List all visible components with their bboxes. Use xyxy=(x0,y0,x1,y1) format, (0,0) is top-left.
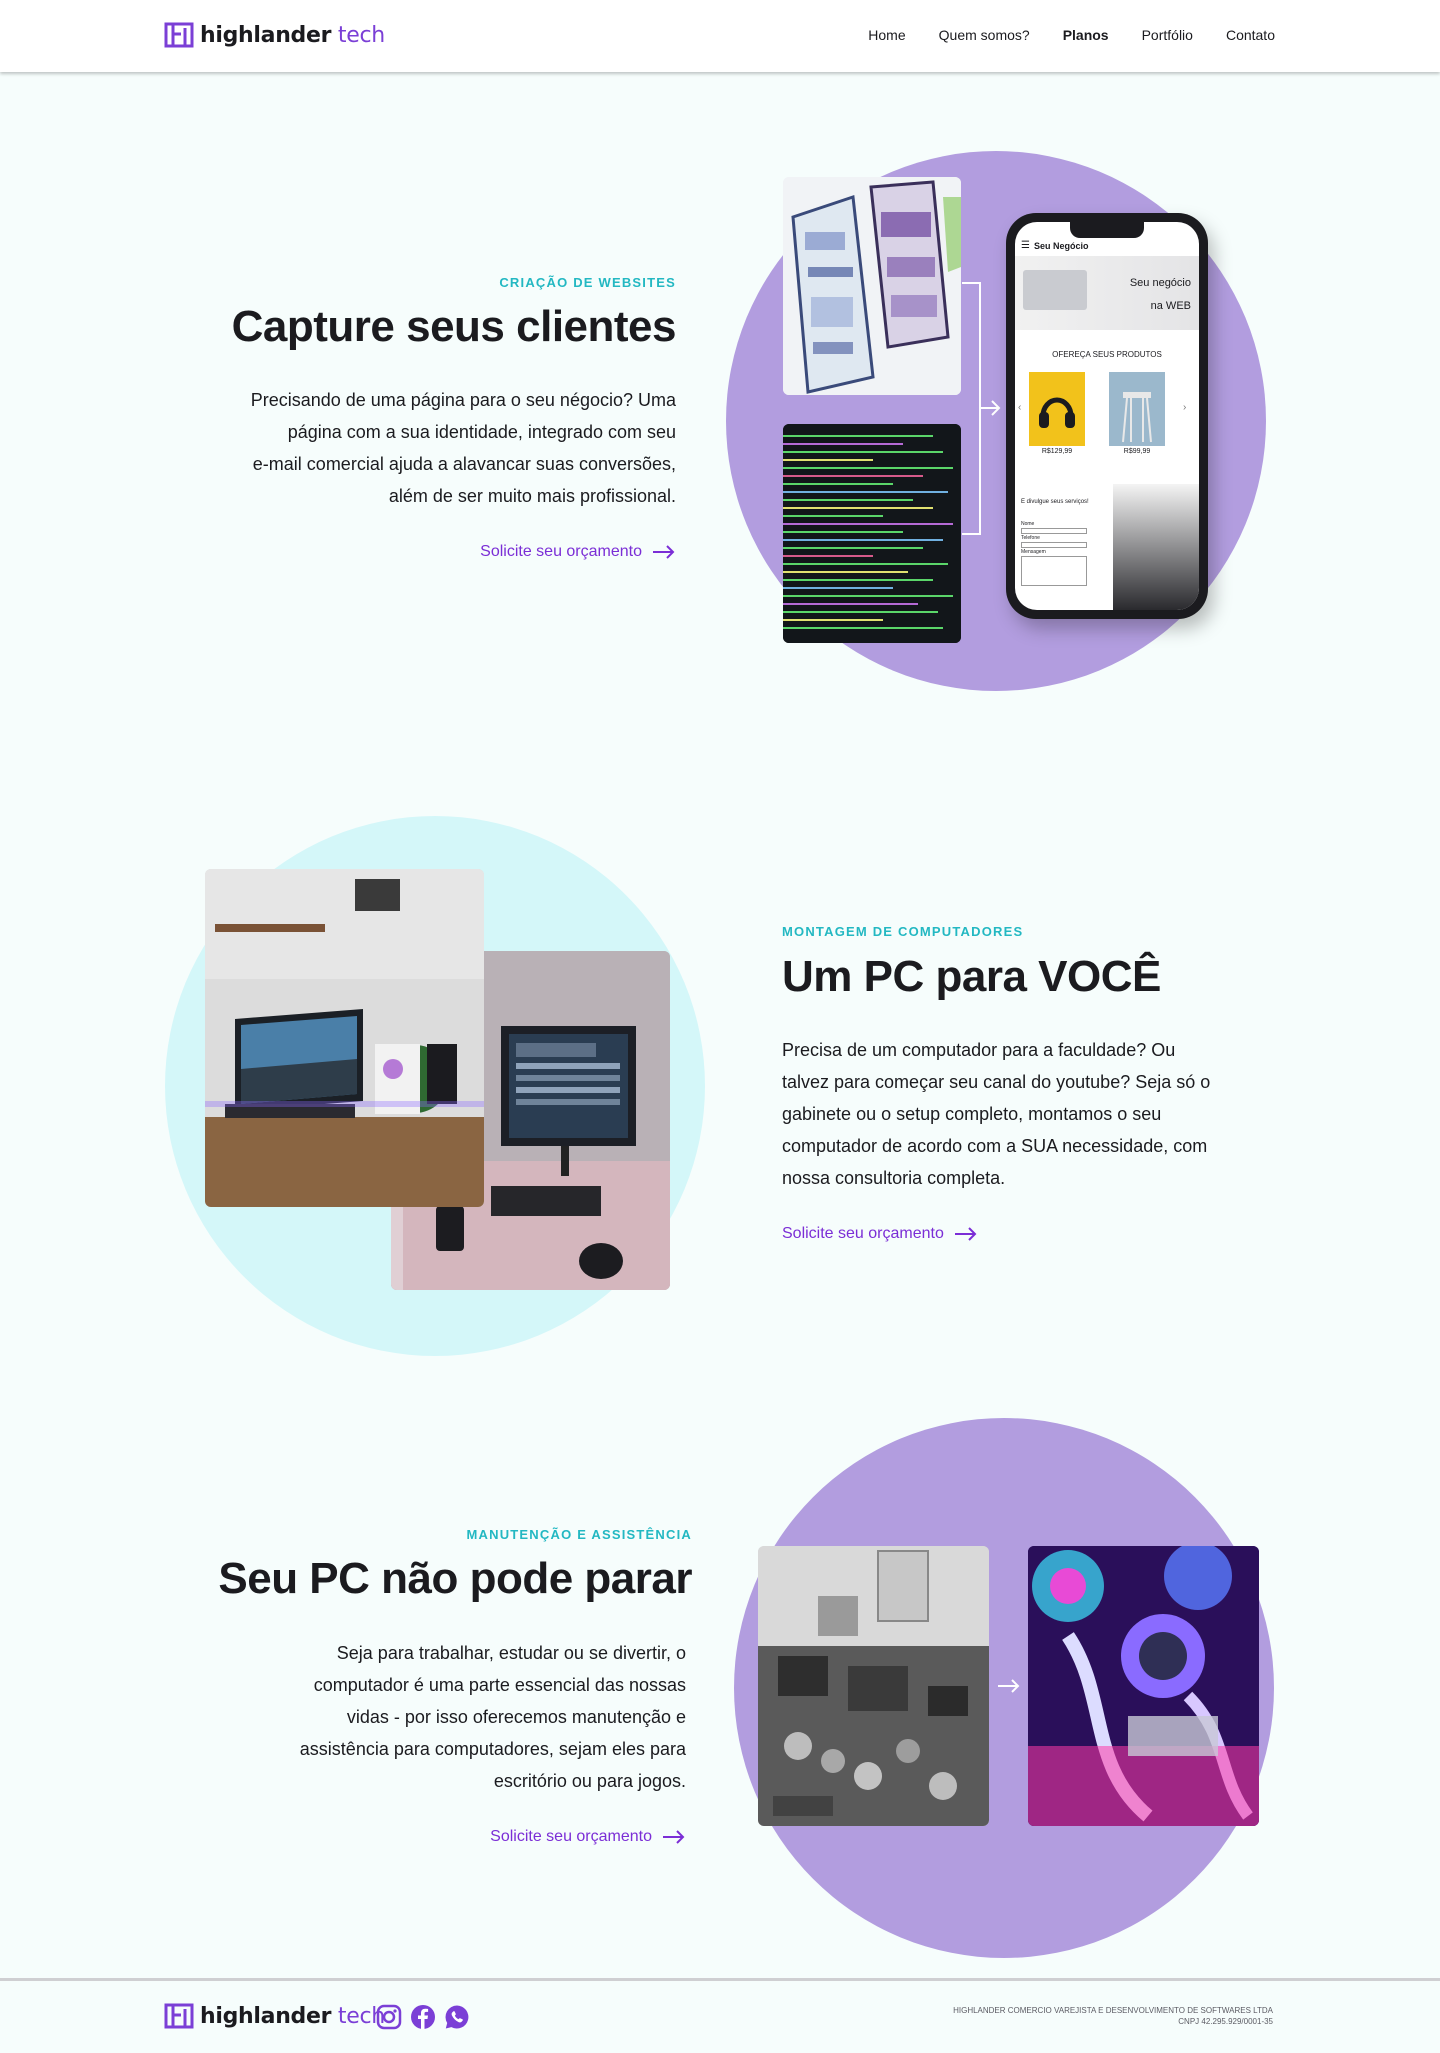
site-header: highlander tech Home Quem somos? Planos … xyxy=(0,0,1440,72)
arrow-right-icon xyxy=(653,545,675,559)
nav-planos[interactable]: Planos xyxy=(1063,27,1109,43)
mock-hero-text: Seu negócio na WEB xyxy=(1130,272,1191,318)
section-kicker: MONTAGEM DE COMPUTADORES xyxy=(782,924,1024,939)
description-line: Precisa de um computador para a faculdad… xyxy=(782,1040,1176,1060)
gaming-setup-photo xyxy=(205,869,484,1207)
carousel-prev-icon[interactable]: ‹ xyxy=(1018,402,1021,413)
motherboard-photo xyxy=(758,1546,989,1826)
logo-mark-icon xyxy=(164,2003,194,2029)
facebook-icon[interactable] xyxy=(410,2004,436,2030)
phone-mockup: ☰ Seu Negócio Seu negócio na WEB OFEREÇA… xyxy=(1006,213,1208,619)
connector-arrow-icon xyxy=(962,282,1001,535)
mock-promo: E divulgue seus serviços! xyxy=(1021,499,1089,505)
form-label: Nome xyxy=(1021,521,1035,527)
photographer-image xyxy=(1113,484,1199,610)
phone-screen: ☰ Seu Negócio Seu negócio na WEB OFEREÇA… xyxy=(1015,222,1199,610)
phone-notch xyxy=(1070,222,1144,238)
wireframe-sketch-photo xyxy=(783,177,961,395)
description-line: e-mail comercial ajuda a alavancar suas … xyxy=(252,454,676,474)
price-label: R$129,99 xyxy=(1041,448,1073,455)
arrow-right-icon xyxy=(954,1227,977,1241)
nav-home[interactable]: Home xyxy=(868,27,905,43)
connector-arrow-icon xyxy=(998,1679,1020,1693)
rgb-pc-photo xyxy=(1028,1546,1259,1826)
description-line: nossa consultoria completa. xyxy=(782,1168,1006,1188)
logo-text: highlander tech xyxy=(200,2004,385,2029)
description-line: escritório ou para jogos. xyxy=(493,1771,686,1791)
headphones-image xyxy=(1029,372,1085,446)
social-links xyxy=(376,2004,470,2030)
mock-hero-line: Seu negócio xyxy=(1129,277,1191,289)
whatsapp-icon[interactable] xyxy=(444,2004,470,2030)
logo-name-bold: highlander xyxy=(200,22,332,48)
quote-link-label: Solicite seu orçamento xyxy=(480,543,642,560)
code-screen-photo xyxy=(783,424,961,643)
section-title: Seu PC não pode parar xyxy=(218,1554,692,1603)
quote-link-label: Solicite seu orçamento xyxy=(490,1828,652,1845)
description-line: Precisando de uma página para o seu négo… xyxy=(250,390,676,410)
mock-hero: Seu negócio na WEB xyxy=(1015,256,1199,330)
section-description: Precisa de um computador para a faculdad… xyxy=(782,1034,1262,1194)
stool-image xyxy=(1109,372,1165,446)
logo-name-bold: highlander xyxy=(200,2003,332,2029)
logo-text: highlander tech xyxy=(200,23,385,48)
legal-cnpj: CNPJ 42.295.929/0001-35 xyxy=(1178,2017,1273,2026)
description-line: Seja para trabalhar, estudar ou se diver… xyxy=(336,1643,686,1663)
description-line: computador de acordo com a SUA necessida… xyxy=(782,1136,1208,1156)
description-line: gabinete ou o setup completo, montamos o… xyxy=(782,1104,1162,1124)
section-kicker: CRIAÇÃO DE WEBSITES xyxy=(499,275,676,290)
price-label: R$99,99 xyxy=(1123,448,1151,455)
form-label: Mensagem xyxy=(1021,549,1046,555)
description-line: computador é uma parte essencial das nos… xyxy=(313,1675,686,1695)
quote-link[interactable]: Solicite seu orçamento xyxy=(490,1828,686,1846)
nav-portfolio[interactable]: Portfólio xyxy=(1142,27,1193,43)
section-kicker: MANUTENÇÃO E ASSISTÊNCIA xyxy=(466,1527,692,1542)
carousel-next-icon[interactable]: › xyxy=(1183,402,1186,413)
mock-form: Nome Telefone Mensagem xyxy=(1021,520,1087,586)
quote-link[interactable]: Solicite seu orçamento xyxy=(480,543,676,561)
form-textarea[interactable] xyxy=(1021,556,1087,586)
menu-icon: ☰ xyxy=(1021,240,1030,251)
laptop-image xyxy=(1023,270,1087,310)
legal-company: HIGHLANDER COMERCIO VAREJISTA E DESENVOL… xyxy=(953,2006,1273,2015)
description-line: página com a sua identidade, integrado c… xyxy=(287,422,676,442)
section-title: Capture seus clientes xyxy=(231,302,677,351)
mock-brand: ☰ Seu Negócio xyxy=(1021,240,1088,251)
quote-link-label: Solicite seu orçamento xyxy=(782,1225,944,1242)
logo-name-light: tech xyxy=(337,22,385,48)
description-line: assistência para computadores, sejam ele… xyxy=(299,1739,686,1759)
logo-mark-icon xyxy=(164,22,194,48)
arrow-right-icon xyxy=(663,1830,685,1844)
nav-contato[interactable]: Contato xyxy=(1226,27,1275,43)
mock-products-heading: OFEREÇA SEUS PRODUTOS xyxy=(1052,350,1162,359)
description-line: vidas - por isso oferecemos manutenção e xyxy=(346,1707,686,1727)
nav-quem-somos[interactable]: Quem somos? xyxy=(939,27,1030,43)
instagram-icon[interactable] xyxy=(376,2004,402,2030)
brand-logo[interactable]: highlander tech xyxy=(164,22,385,48)
footer-legal: HIGHLANDER COMERCIO VAREJISTA E DESENVOL… xyxy=(953,2005,1273,2027)
section-description: Precisando de uma página para o seu négo… xyxy=(156,384,676,512)
mock-hero-line: na WEB xyxy=(1150,300,1191,312)
description-line: além de ser muito mais profissional. xyxy=(388,486,676,506)
footer-divider xyxy=(0,1978,1440,1981)
form-label: Telefone xyxy=(1021,535,1040,541)
footer-logo[interactable]: highlander tech xyxy=(164,2003,385,2029)
main-nav: Home Quem somos? Planos Portfólio Contat… xyxy=(868,27,1275,43)
section-description: Seja para trabalhar, estudar ou se diver… xyxy=(206,1637,686,1797)
quote-link[interactable]: Solicite seu orçamento xyxy=(782,1225,978,1243)
description-line: talvez para começar seu canal do youtube… xyxy=(782,1072,1211,1092)
mock-brand-text: Seu Negócio xyxy=(1033,240,1089,251)
section-title: Um PC para VOCÊ xyxy=(782,952,1161,1001)
